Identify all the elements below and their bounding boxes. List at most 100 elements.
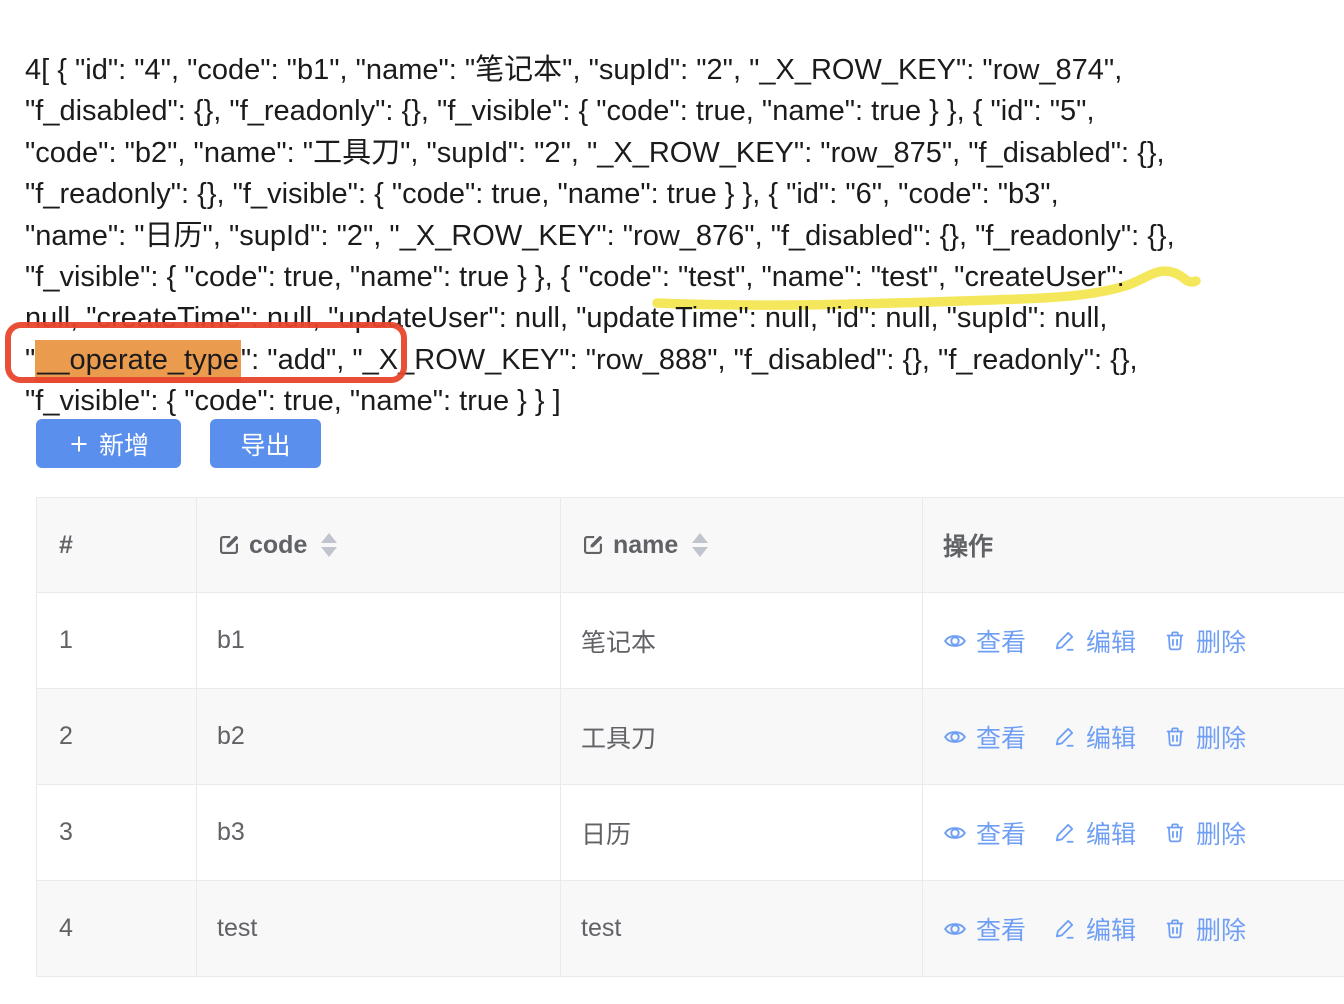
row-index-cell: 1 [37,593,197,689]
console-log-line: 4[ { "id": "4", "code": "b1", "name": "笔… [25,50,1341,91]
name-cell[interactable]: 工具刀 [561,689,923,785]
view-link[interactable]: 查看 [943,623,1026,659]
delete-link[interactable]: 删除 [1163,815,1246,851]
view-link[interactable]: 查看 [943,815,1026,851]
code-header-label: code [249,531,307,560]
orange-highlight-operate-type: __operate_type [35,340,241,383]
view-link[interactable]: 查看 [943,911,1026,947]
name-cell[interactable]: test [561,881,923,977]
edit-link[interactable]: 编辑 [1053,719,1136,755]
edit-link[interactable]: 编辑 [1053,623,1136,659]
row-index-cell: 2 [37,689,197,785]
index-header-label: # [59,531,73,560]
name-cell[interactable]: 笔记本 [561,593,923,689]
actions-cell: 查看 编辑 删除 [923,593,1344,689]
console-log-text: " [25,344,35,376]
console-log-line: null, "createTime": null, "updateUser": … [25,298,1341,339]
console-log-text: ": "add", "_X_ROW_KEY": "row_888", "f_di… [241,344,1138,376]
console-log-line: "__operate_type": "add", "_X_ROW_KEY": "… [25,340,1341,381]
code-cell[interactable]: test [197,881,561,977]
name-value: test [581,914,621,943]
delete-link[interactable]: 删除 [1163,911,1246,947]
name-header-label: name [613,531,678,560]
sort-asc-icon[interactable] [321,533,337,543]
row-index-cell: 3 [37,785,197,881]
view-label: 查看 [976,911,1026,947]
edit-link[interactable]: 编辑 [1053,815,1136,851]
name-value: 工具刀 [581,719,656,755]
sort-desc-icon[interactable] [692,547,708,557]
eye-icon [943,725,967,749]
pencil-icon [1053,821,1077,845]
code-cell[interactable]: b2 [197,689,561,785]
edit-square-icon [581,533,605,557]
table-header-row: # code [37,498,1344,593]
delete-link[interactable]: 删除 [1163,719,1246,755]
view-label: 查看 [976,719,1026,755]
sort-carets-code[interactable] [321,533,337,557]
actions-cell: 查看 编辑 删除 [923,881,1344,977]
code-value: b2 [217,722,245,751]
delete-label: 删除 [1196,719,1246,755]
edit-label: 编辑 [1086,623,1136,659]
export-button-label: 导出 [240,426,290,462]
export-button[interactable]: 导出 [210,419,321,468]
row-index-value: 2 [59,722,73,751]
code-value: b3 [217,818,245,847]
header-cell-index: # [37,498,197,593]
header-cell-name[interactable]: name [561,498,923,593]
eye-icon [943,917,967,941]
trash-icon [1163,821,1187,845]
pencil-icon [1053,917,1077,941]
sort-desc-icon[interactable] [321,547,337,557]
code-cell[interactable]: b1 [197,593,561,689]
name-cell[interactable]: 日历 [561,785,923,881]
view-label: 查看 [976,623,1026,659]
data-table: # code [36,497,1344,977]
trash-icon [1163,629,1187,653]
console-log-line: "f_visible": { "code": true, "name": tru… [25,381,1341,422]
edit-label: 编辑 [1086,815,1136,851]
pencil-icon [1053,629,1077,653]
table-row: 1 b1 笔记本 查看 编辑 删除 [37,593,1344,689]
console-log-line: "name": "日历", "supId": "2", "_X_ROW_KEY"… [25,216,1341,257]
row-index-value: 4 [59,914,73,943]
eye-icon [943,821,967,845]
console-log-line: "f_readonly": {}, "f_visible": { "code":… [25,174,1341,215]
add-button-label: 新增 [99,426,149,462]
eye-icon [943,629,967,653]
delete-link[interactable]: 删除 [1163,623,1246,659]
actions-cell: 查看 编辑 删除 [923,785,1344,881]
trash-icon [1163,917,1187,941]
view-link[interactable]: 查看 [943,719,1026,755]
console-log-line: "f_disabled": {}, "f_readonly": {}, "f_v… [25,91,1341,132]
header-cell-code[interactable]: code [197,498,561,593]
delete-label: 删除 [1196,815,1246,851]
console-json-dump: 4[ { "id": "4", "code": "b1", "name": "笔… [25,50,1341,423]
add-button[interactable]: 新增 [36,419,181,468]
table-row: 2 b2 工具刀 查看 编辑 删除 [37,689,1344,785]
edit-square-icon [217,533,241,557]
sort-carets-name[interactable] [692,533,708,557]
name-value: 笔记本 [581,623,656,659]
delete-label: 删除 [1196,911,1246,947]
plus-icon [68,433,90,455]
console-log-line: "f_visible": { "code": true, "name": tru… [25,257,1341,298]
edit-link[interactable]: 编辑 [1053,911,1136,947]
header-cell-actions: 操作 [923,498,1344,593]
table-row: 3 b3 日历 查看 编辑 删除 [37,785,1344,881]
view-label: 查看 [976,815,1026,851]
code-cell[interactable]: b3 [197,785,561,881]
code-value: test [217,914,257,943]
console-log-line: "code": "b2", "name": "工具刀", "supId": "2… [25,133,1341,174]
actions-header-label: 操作 [943,527,993,563]
row-index-value: 1 [59,626,73,655]
pencil-icon [1053,725,1077,749]
name-value: 日历 [581,815,631,851]
actions-cell: 查看 编辑 删除 [923,689,1344,785]
table-row: 4 test test 查看 编辑 删除 [37,881,1344,977]
edit-label: 编辑 [1086,911,1136,947]
sort-asc-icon[interactable] [692,533,708,543]
trash-icon [1163,725,1187,749]
edit-label: 编辑 [1086,719,1136,755]
